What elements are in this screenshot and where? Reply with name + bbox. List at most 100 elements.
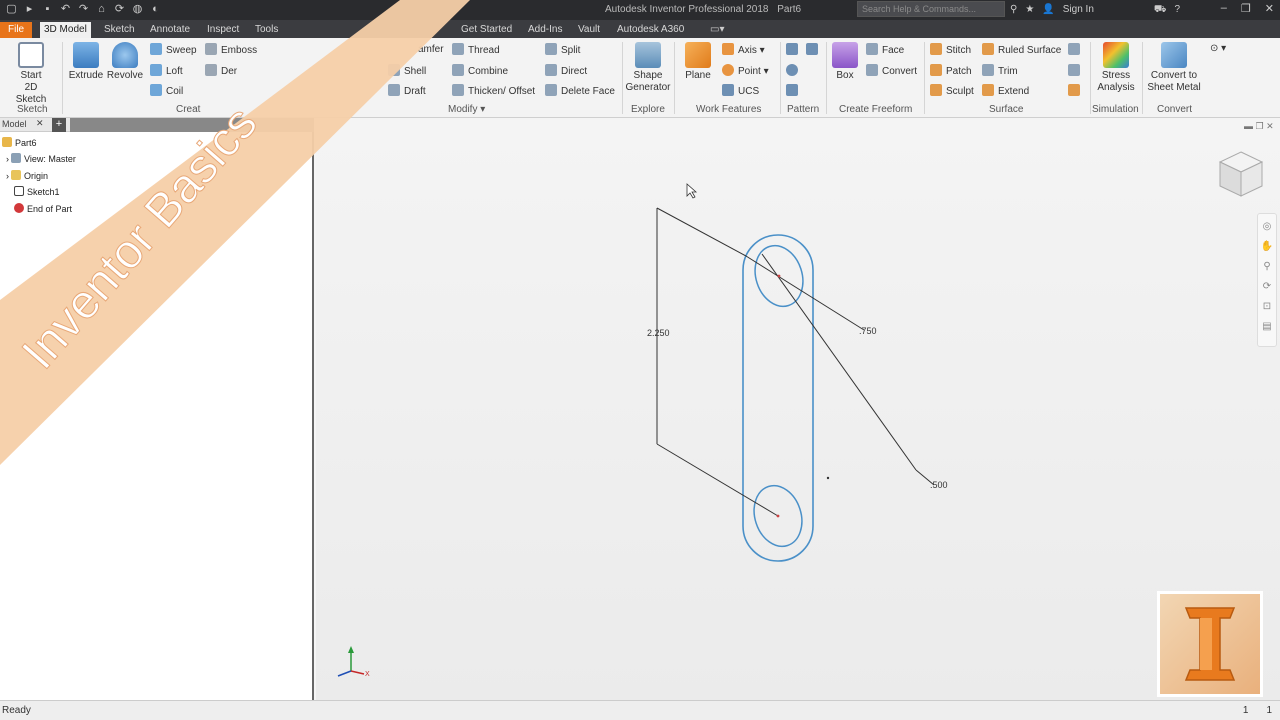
derive-button[interactable]: Der bbox=[205, 64, 237, 79]
combine-button[interactable]: Combine bbox=[452, 64, 508, 79]
help-icon[interactable]: ? bbox=[1174, 2, 1180, 17]
look-at-icon[interactable]: ⊡ bbox=[1260, 300, 1274, 314]
freeform-box-button[interactable]: Box bbox=[830, 42, 860, 82]
graphics-viewport[interactable]: 2.250 .750 .500 X ▬ ❐ ✕ ◎ ✋ ⚲ ⟳ ⊡ ▤ bbox=[316, 118, 1280, 700]
cart-icon[interactable]: ⛟ bbox=[1154, 2, 1167, 17]
ruled-surface-button[interactable]: Ruled Surface bbox=[982, 43, 1061, 58]
tab-inspect[interactable]: Inspect bbox=[203, 22, 243, 38]
sketch-driven-pattern-button[interactable] bbox=[786, 84, 802, 99]
ucs-button[interactable]: UCS bbox=[722, 84, 759, 99]
user-icon: 👤 bbox=[1042, 4, 1055, 15]
tab-3d-model[interactable]: 3D Model bbox=[40, 22, 91, 38]
top-diameter-dimension[interactable]: .750 bbox=[859, 326, 877, 336]
pan-icon[interactable]: ✋ bbox=[1260, 240, 1274, 254]
axis-button[interactable]: Axis ▾ bbox=[722, 43, 765, 58]
shell-button[interactable]: Shell bbox=[388, 64, 426, 79]
tab-model[interactable]: Model bbox=[2, 119, 27, 129]
tab-vault[interactable]: Vault bbox=[574, 22, 604, 38]
favorites-star-icon[interactable]: ★ bbox=[1025, 2, 1034, 17]
extrude-button[interactable]: Extrude bbox=[68, 42, 104, 82]
open-icon[interactable]: ▸ bbox=[22, 2, 37, 17]
freeform-convert-button[interactable]: Convert bbox=[866, 64, 917, 79]
stress-analysis-button[interactable]: Stress Analysis bbox=[1094, 42, 1138, 94]
update-icon[interactable]: ⟳ bbox=[112, 2, 127, 17]
ribbon-display-icon[interactable]: ▭▾ bbox=[710, 24, 724, 35]
tab-autodesk-a360[interactable]: Autodesk A360 bbox=[613, 22, 688, 38]
sketch-point[interactable] bbox=[776, 514, 780, 518]
tree-item-end-of-part[interactable]: End of Part bbox=[14, 202, 72, 216]
sketch-point[interactable] bbox=[777, 274, 781, 278]
ribbon-options-button[interactable]: ⊙ ▾ bbox=[1210, 42, 1226, 56]
logo-letter: I bbox=[1160, 594, 1161, 595]
fit-mesh-face-button[interactable] bbox=[1068, 84, 1084, 99]
navbar-menu-icon[interactable]: ▤ bbox=[1260, 320, 1274, 334]
thread-button[interactable]: Thread bbox=[452, 43, 500, 58]
trim-button[interactable]: Trim bbox=[982, 64, 1018, 79]
orbit-icon[interactable]: ⟳ bbox=[1260, 280, 1274, 294]
revolve-button[interactable]: Revolve bbox=[106, 42, 144, 82]
diameter-leader-line bbox=[745, 255, 865, 331]
emboss-button[interactable]: Emboss bbox=[205, 43, 257, 58]
direct-button[interactable]: Direct bbox=[545, 64, 587, 79]
tab-get-started[interactable]: Get Started bbox=[457, 22, 516, 38]
tab-annotate[interactable]: Annotate bbox=[146, 22, 194, 38]
split-button[interactable]: Split bbox=[545, 43, 580, 58]
loft-button[interactable]: Loft bbox=[150, 64, 183, 79]
coil-button[interactable]: Coil bbox=[150, 84, 183, 99]
convert-to-sheet-metal-button[interactable]: Convert to Sheet Metal bbox=[1146, 42, 1202, 94]
tab-add-ins[interactable]: Add-Ins bbox=[524, 22, 566, 38]
home-icon[interactable]: ⌂ bbox=[94, 2, 109, 17]
tree-item-view[interactable]: › View: Master bbox=[6, 152, 76, 166]
group-modify-label[interactable]: Modify ▾ bbox=[448, 104, 485, 115]
stitch-button[interactable]: Stitch bbox=[930, 43, 971, 58]
viewport-window-controls[interactable]: ▬ ❐ ✕ bbox=[1244, 121, 1274, 132]
chamfer-button[interactable]: amfer bbox=[418, 43, 444, 57]
sculpt-button[interactable]: Sculpt bbox=[930, 84, 974, 99]
tab-sketch[interactable]: Sketch bbox=[100, 22, 139, 38]
redo-icon[interactable]: ↷ bbox=[76, 2, 91, 17]
help-search-input[interactable]: Search Help & Commands... bbox=[857, 1, 1005, 17]
draft-button[interactable]: Draft bbox=[388, 84, 426, 99]
sketch-point[interactable] bbox=[826, 476, 830, 480]
shape-generator-button[interactable]: Shape Generator bbox=[624, 42, 672, 94]
circular-pattern-button[interactable] bbox=[786, 64, 802, 79]
expand-icon[interactable]: › bbox=[6, 154, 9, 164]
point-button[interactable]: Point ▾ bbox=[722, 64, 769, 79]
undo-icon[interactable]: ↶ bbox=[58, 2, 73, 17]
extend-button[interactable]: Extend bbox=[982, 84, 1029, 99]
view-cube[interactable] bbox=[1214, 148, 1268, 202]
save-icon[interactable]: ▪ bbox=[40, 2, 55, 17]
close-icon[interactable]: ✕ bbox=[36, 118, 44, 129]
tab-file[interactable]: File bbox=[0, 22, 33, 38]
close-icon[interactable]: ✕ bbox=[1265, 2, 1274, 15]
freeform-face-button[interactable]: Face bbox=[866, 43, 904, 58]
sign-in-link[interactable]: Sign In bbox=[1063, 2, 1094, 17]
height-dimension[interactable]: 2.250 bbox=[647, 328, 670, 338]
replace-face-button[interactable] bbox=[1068, 43, 1084, 58]
restore-icon[interactable]: ❐ bbox=[1241, 2, 1251, 15]
tree-item-origin[interactable]: › Origin bbox=[6, 169, 48, 183]
expand-icon[interactable]: › bbox=[6, 171, 9, 181]
mirror-button[interactable] bbox=[806, 43, 822, 58]
add-browser-button[interactable]: + bbox=[52, 118, 66, 132]
plane-button[interactable]: Plane bbox=[680, 42, 716, 82]
minimize-icon[interactable]: – bbox=[1221, 2, 1227, 15]
sweep-button[interactable]: Sweep bbox=[150, 43, 197, 58]
zoom-icon[interactable]: ⚲ bbox=[1260, 260, 1274, 274]
rectangular-pattern-button[interactable] bbox=[786, 43, 802, 58]
patch-button[interactable]: Patch bbox=[930, 64, 972, 79]
appearance-icon[interactable]: ◐ bbox=[148, 2, 163, 17]
delete-face-button[interactable]: Delete Face bbox=[545, 84, 615, 99]
new-icon[interactable]: ▢ bbox=[4, 2, 19, 17]
tree-item-sketch[interactable]: Sketch1 bbox=[14, 185, 60, 199]
tab-tools[interactable]: Tools bbox=[251, 22, 282, 38]
thicken-offset-button[interactable]: Thicken/ Offset bbox=[452, 84, 535, 99]
tree-item-part[interactable]: Part6 bbox=[2, 136, 37, 150]
material-icon[interactable]: ◍ bbox=[130, 2, 145, 17]
binoculars-icon[interactable]: ⚲ bbox=[1010, 2, 1017, 17]
start-2d-sketch-button[interactable]: Start 2D Sketch bbox=[8, 42, 54, 106]
repair-bodies-button[interactable] bbox=[1068, 64, 1084, 79]
steering-wheel-icon[interactable]: ◎ bbox=[1260, 220, 1274, 234]
sketch-canvas[interactable]: 2.250 .750 .500 X bbox=[316, 118, 1280, 700]
bottom-diameter-dimension[interactable]: .500 bbox=[930, 480, 948, 490]
